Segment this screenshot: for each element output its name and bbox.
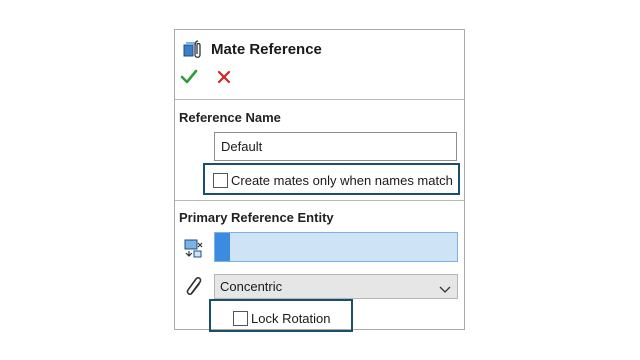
- create-mates-label[interactable]: Create mates only when names match: [231, 173, 453, 188]
- mate-reference-icon: [183, 38, 205, 60]
- primary-reference-entity-heading: Primary Reference Entity: [179, 210, 334, 225]
- reference-entity-icon: [183, 237, 205, 259]
- ok-button[interactable]: [180, 68, 198, 86]
- primary-reference-selection-box[interactable]: [214, 232, 458, 262]
- reference-name-heading: Reference Name: [179, 110, 281, 125]
- chevron-down-icon: [439, 281, 451, 293]
- checkmark-icon: [180, 69, 198, 84]
- selection-focus-bar: [215, 233, 230, 261]
- divider: [175, 200, 464, 201]
- panel-title: Mate Reference: [211, 40, 322, 58]
- reference-name-input[interactable]: [214, 132, 457, 161]
- cancel-button[interactable]: [215, 68, 233, 86]
- paperclip-icon: [185, 276, 205, 298]
- lock-rotation-label[interactable]: Lock Rotation: [251, 311, 331, 326]
- mate-type-dropdown[interactable]: Concentric: [214, 274, 458, 299]
- create-mates-checkbox[interactable]: [213, 173, 228, 188]
- panel-header: Mate Reference: [183, 36, 322, 62]
- mate-type-value: Concentric: [220, 279, 283, 294]
- divider: [175, 99, 464, 100]
- mate-reference-panel: Mate Reference Reference Name Create mat…: [174, 29, 465, 332]
- x-icon: [217, 70, 231, 84]
- lock-rotation-checkbox[interactable]: [233, 311, 248, 326]
